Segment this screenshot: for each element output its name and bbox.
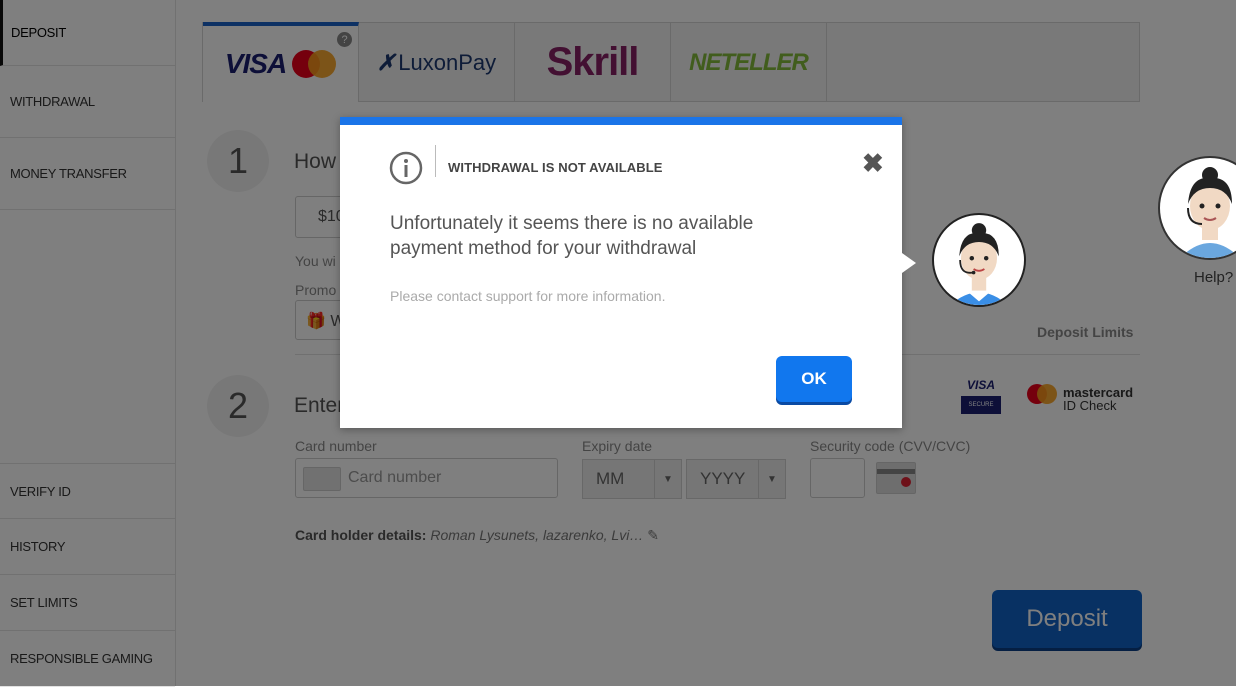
dialog-title: WITHDRAWAL IS NOT AVAILABLE bbox=[448, 160, 663, 175]
support-agent-icon bbox=[1180, 167, 1236, 258]
support-agent-avatar bbox=[932, 213, 1026, 307]
close-icon[interactable]: ✖ bbox=[862, 150, 884, 176]
dialog-pointer bbox=[902, 253, 916, 273]
ok-button[interactable]: OK bbox=[776, 356, 852, 402]
support-agent-icon bbox=[950, 223, 1008, 305]
dialog-message: Unfortunately it seems there is no avail… bbox=[390, 213, 754, 259]
title-divider bbox=[435, 145, 436, 177]
dialog-sub-message: Please contact support for more informat… bbox=[390, 288, 666, 304]
help-label[interactable]: Help? bbox=[1194, 269, 1233, 286]
info-icon bbox=[389, 151, 423, 185]
withdrawal-unavailable-dialog: WITHDRAWAL IS NOT AVAILABLE ✖ Unfortunat… bbox=[340, 117, 902, 428]
